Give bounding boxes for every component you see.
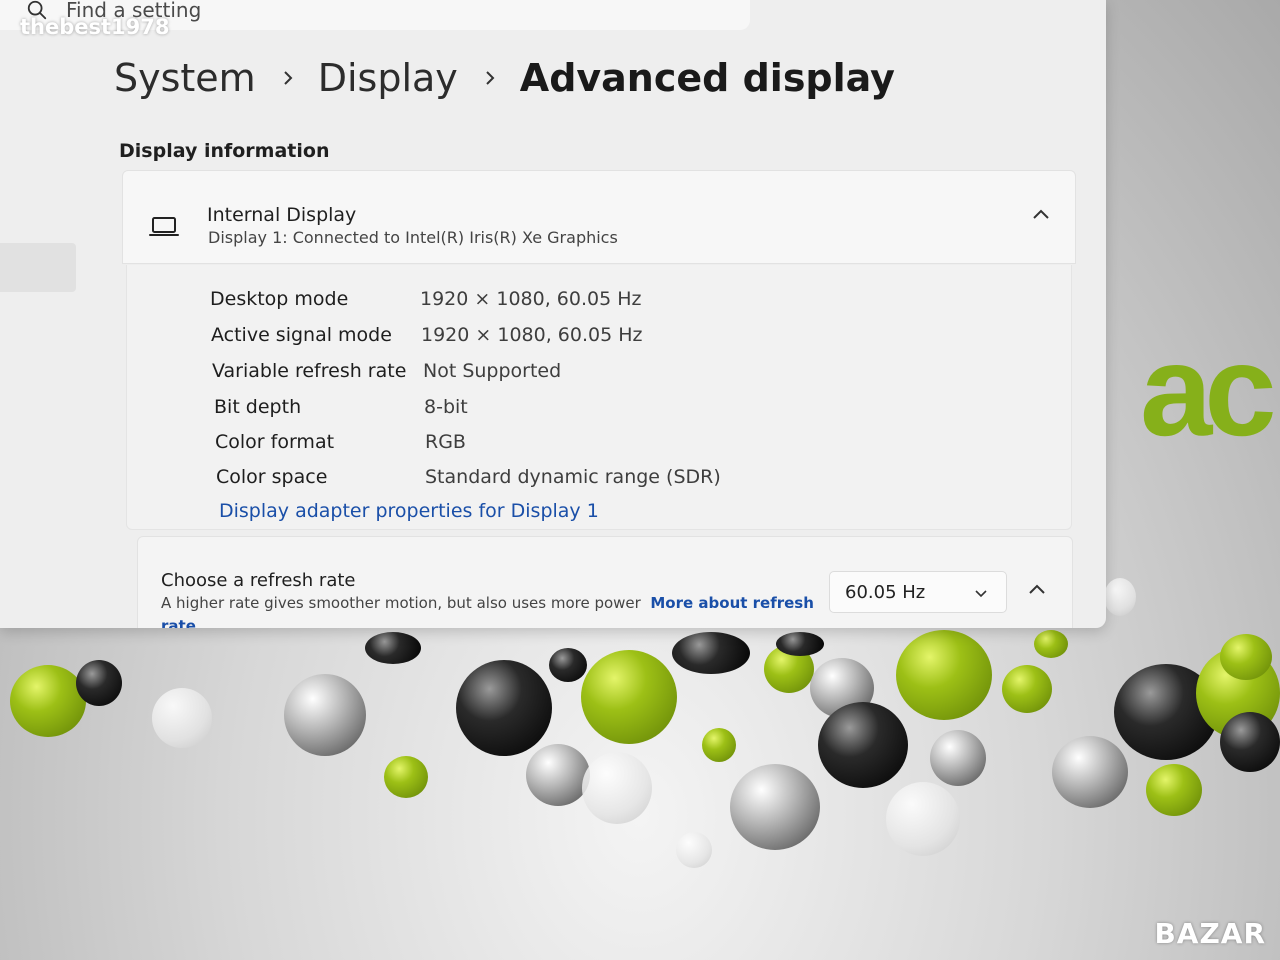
green-sphere [702,728,736,762]
black-sphere [365,632,421,664]
refresh-rate-title: Choose a refresh rate [161,570,356,591]
green-sphere [1034,630,1068,658]
refresh-rate-selected[interactable]: 60.05 Hz [845,582,925,603]
black-sphere [456,660,552,756]
nav-item-highlight[interactable] [0,243,76,292]
info-value: 1920 × 1080, 60.05 Hz [420,288,642,310]
black-sphere [818,702,908,788]
brand-logo: ac [1140,317,1277,463]
green-sphere [10,665,86,737]
page-title: Advanced display [519,56,895,100]
green-sphere [1146,764,1202,816]
refresh-rate-description: A higher rate gives smoother motion, but… [161,592,821,628]
section-title: Display information [119,140,330,162]
green-sphere [581,650,677,744]
black-sphere [1220,712,1280,772]
laptop-icon [149,217,179,236]
white-sphere [582,752,652,824]
green-sphere [896,630,992,720]
silver-sphere [1052,736,1128,808]
refresh-desc-text: A higher rate gives smoother motion, but… [161,594,641,612]
chevron-up-icon[interactable] [1030,204,1052,226]
chevron-down-icon [975,590,987,598]
silver-sphere [284,674,366,756]
breadcrumb-display[interactable]: Display [318,56,458,100]
breadcrumb-system[interactable]: System [114,56,256,100]
green-sphere [384,756,428,798]
info-label: Color space [216,466,328,488]
info-label: Bit depth [214,396,302,418]
black-sphere [672,632,750,674]
white-sphere [676,832,712,868]
info-label: Variable refresh rate [212,360,407,382]
refresh-rate-dropdown[interactable]: 60.05 Hz [829,571,1007,613]
green-sphere [1002,665,1052,713]
settings-window: Find a setting System Display Advanced d… [0,0,1106,628]
info-value: Not Supported [423,360,562,382]
black-sphere [776,632,824,656]
more-about-refresh-link-cont[interactable]: rate [161,617,196,628]
info-label: Color format [215,431,335,453]
silver-sphere [930,730,986,786]
breadcrumb: System Display Advanced display [114,56,895,100]
info-value: 8-bit [424,396,468,418]
watermark-logo: BAZAR [1154,917,1266,950]
info-label: Active signal mode [211,324,392,346]
black-sphere [549,648,587,682]
white-sphere [886,782,960,856]
white-sphere [152,688,212,748]
chevron-right-icon [486,71,495,85]
silver-sphere [526,744,590,806]
watermark-text: thebest1978 [20,15,170,39]
more-about-refresh-link[interactable]: More about refresh [650,594,814,612]
black-sphere [76,660,122,706]
chevron-up-icon[interactable] [1026,579,1048,601]
info-value: RGB [425,431,466,453]
white-sphere [1104,578,1136,616]
chevron-right-icon [283,71,293,85]
display-name: Internal Display [207,204,357,226]
adapter-properties-link[interactable]: Display adapter properties for Display 1 [219,500,599,522]
display-subtitle: Display 1: Connected to Intel(R) Iris(R)… [208,228,618,247]
silver-sphere [730,764,820,850]
info-value: Standard dynamic range (SDR) [425,466,721,488]
info-label: Desktop mode [210,288,349,310]
green-sphere [1220,634,1272,680]
info-value: 1920 × 1080, 60.05 Hz [421,324,643,346]
